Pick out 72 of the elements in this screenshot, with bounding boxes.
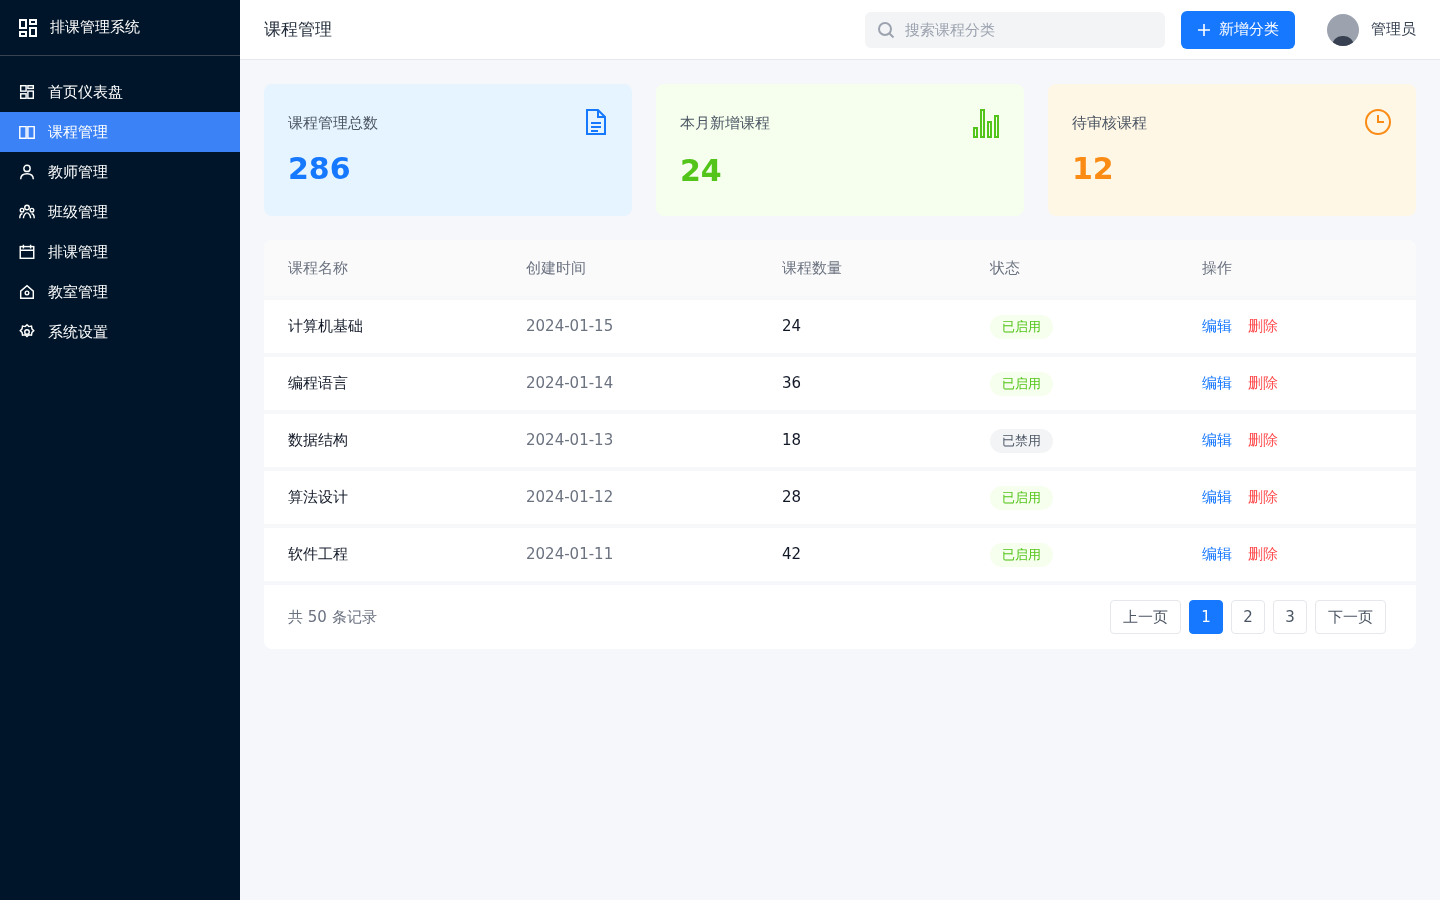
page-button[interactable]: 1 — [1189, 600, 1223, 634]
table-cell-text: 2024-01-11 — [526, 544, 615, 566]
user-name[interactable]: 管理员 — [1371, 18, 1416, 41]
table-cell-text: 2024-01-15 — [526, 316, 615, 338]
nav-item[interactable]: 班级管理 — [0, 192, 240, 232]
table-cell-text: 42 — [782, 544, 803, 566]
add-category-button[interactable]: 新增分类 — [1181, 10, 1295, 49]
nav-item[interactable]: 系统设置 — [0, 312, 240, 352]
nav-item[interactable]: 教师管理 — [0, 152, 240, 192]
table-cell-text: 18 — [782, 430, 803, 452]
table-cell-text: 软件工程 — [288, 544, 349, 566]
logo-icon — [18, 17, 38, 38]
stat-value: 286 — [288, 150, 352, 188]
status-badge: 已启用 — [990, 372, 1053, 396]
column-header: 课程名称 — [288, 257, 349, 279]
nav-item[interactable]: 首页仪表盘 — [0, 72, 240, 112]
search-icon — [877, 20, 895, 39]
stat-value: 12 — [1072, 150, 1115, 188]
table-cell-text: 2024-01-12 — [526, 487, 615, 509]
status-badge: 已启用 — [990, 486, 1053, 510]
delete-link[interactable]: 删除 — [1248, 486, 1278, 509]
stat-label: 课程管理总数 — [288, 113, 378, 134]
column-header: 创建时间 — [526, 257, 587, 279]
app-title: 排课管理系统 — [50, 17, 140, 39]
table-cell-text: 编程语言 — [288, 373, 349, 395]
book-icon — [18, 123, 36, 141]
grid-icon — [18, 83, 36, 101]
stat-label: 待审核课程 — [1072, 113, 1147, 134]
edit-link[interactable]: 编辑 — [1202, 372, 1232, 395]
nav-item[interactable]: 排课管理 — [0, 232, 240, 272]
table-cell-text: 2024-01-14 — [526, 373, 615, 395]
delete-link[interactable]: 删除 — [1248, 372, 1278, 395]
plus-icon — [1197, 22, 1211, 37]
edit-link[interactable]: 编辑 — [1202, 315, 1232, 338]
table-cell-text: 计算机基础 — [288, 316, 364, 338]
status-badge: 已启用 — [990, 543, 1053, 567]
calendar-icon — [18, 243, 36, 261]
column-header: 操作 — [1202, 257, 1233, 279]
table-cell-text: 28 — [782, 487, 803, 509]
next-page-button[interactable]: 下一页 — [1315, 600, 1386, 634]
record-count: 共 50 条记录 — [288, 606, 377, 628]
status-badge: 已禁用 — [990, 429, 1053, 453]
status-badge: 已启用 — [990, 315, 1053, 339]
nav-item[interactable]: 教室管理 — [0, 272, 240, 312]
previous-page-button[interactable]: 上一页 — [1110, 600, 1181, 634]
table-cell-text: 36 — [782, 373, 803, 395]
column-header: 状态 — [990, 257, 1021, 279]
table-cell-text: 算法设计 — [288, 487, 349, 509]
search-field[interactable]: 搜索课程分类 — [865, 11, 1165, 48]
page-button[interactable]: 3 — [1273, 600, 1307, 634]
column-header: 课程数量 — [782, 257, 843, 279]
table-cell-text: 数据结构 — [288, 430, 349, 452]
edit-link[interactable]: 编辑 — [1202, 486, 1232, 509]
edit-link[interactable]: 编辑 — [1202, 429, 1232, 452]
edit-link[interactable]: 编辑 — [1202, 543, 1232, 566]
page-title: 课程管理 — [264, 17, 332, 41]
table-cell-text: 2024-01-13 — [526, 430, 615, 452]
bar-chart-icon — [972, 108, 1000, 138]
stat-value: 24 — [680, 152, 723, 190]
document-icon — [584, 108, 608, 136]
nav-item[interactable]: 课程管理 — [0, 112, 240, 152]
group-icon — [18, 203, 36, 221]
delete-link[interactable]: 删除 — [1248, 543, 1278, 566]
delete-link[interactable]: 删除 — [1248, 315, 1278, 338]
avatar[interactable] — [1327, 13, 1359, 46]
house-icon — [18, 283, 36, 301]
user-icon — [18, 163, 36, 181]
clock-icon — [1364, 108, 1392, 136]
table-cell-text: 24 — [782, 316, 803, 338]
stat-label: 本月新增课程 — [680, 113, 770, 134]
delete-link[interactable]: 删除 — [1248, 429, 1278, 452]
page-button[interactable]: 2 — [1231, 600, 1265, 634]
